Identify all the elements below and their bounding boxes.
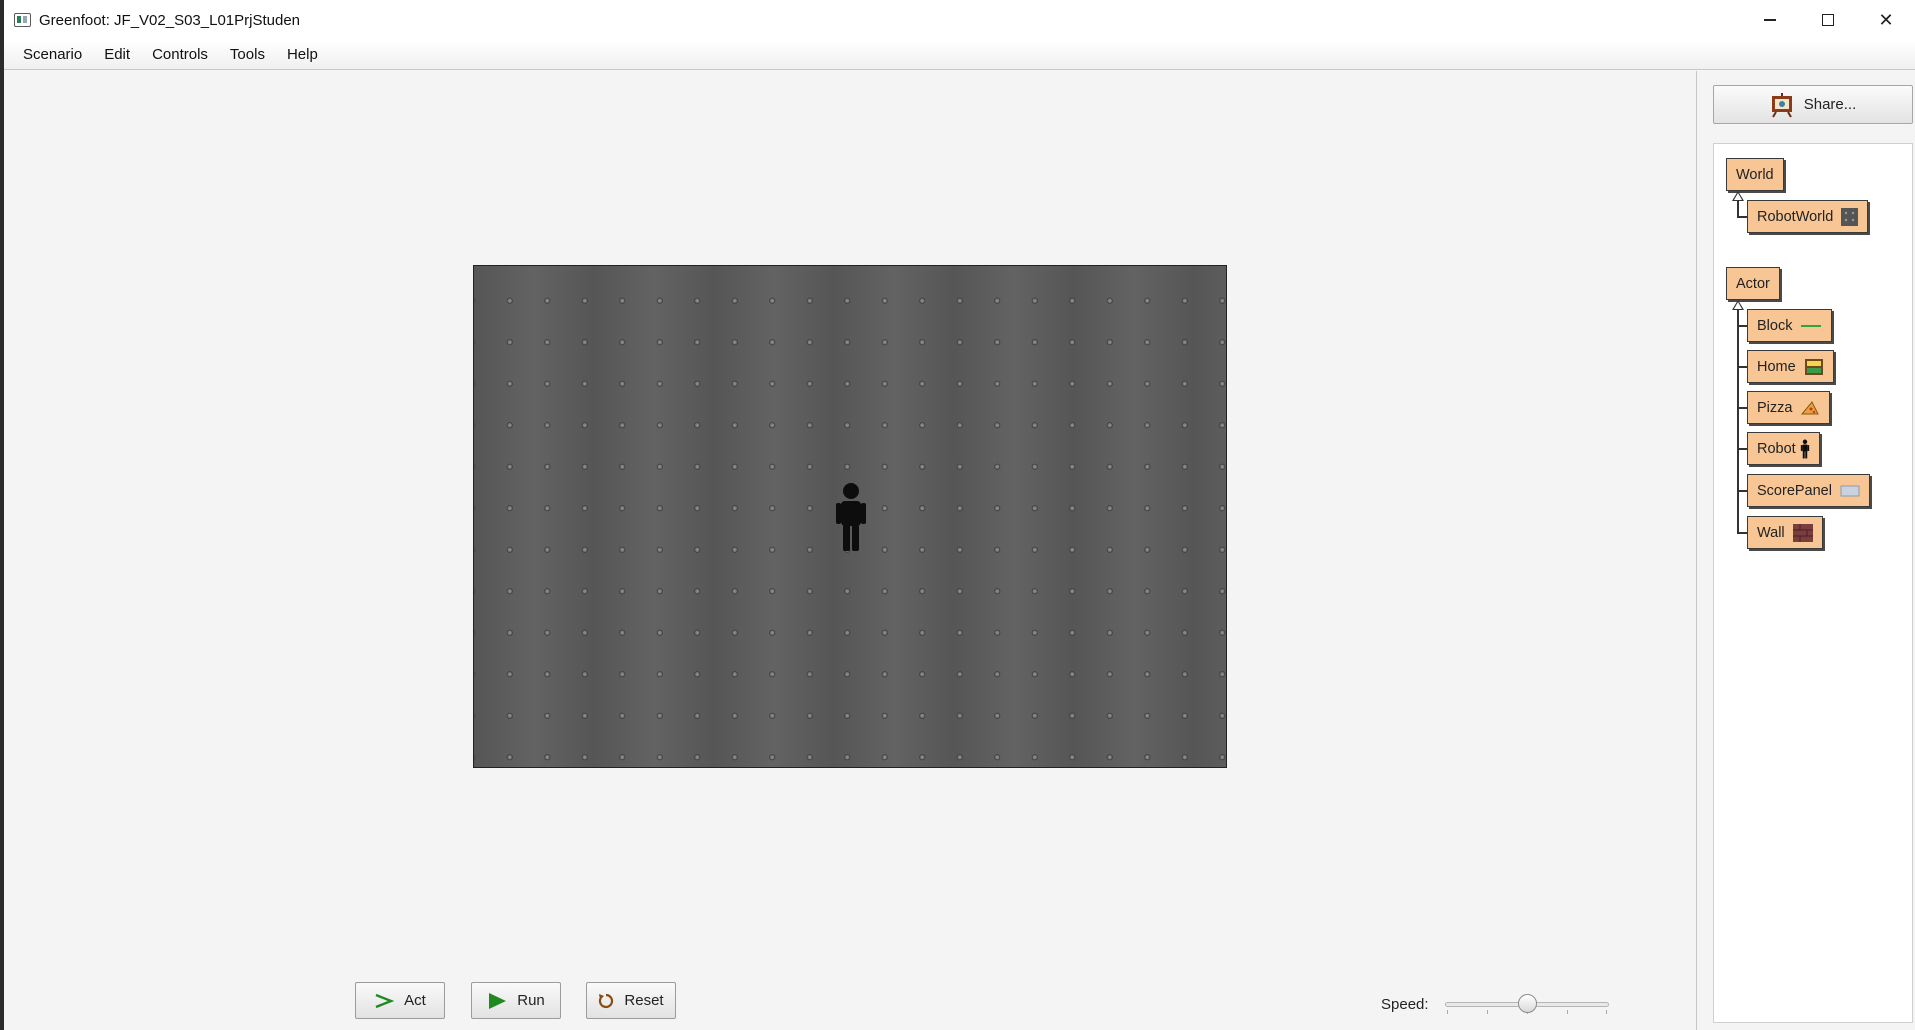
speed-slider-thumb[interactable] bbox=[1518, 994, 1537, 1013]
class-diagram: World RobotWorld Actor Block Home Pizza … bbox=[1713, 143, 1913, 1023]
menu-tools[interactable]: Tools bbox=[221, 42, 274, 67]
title-bar: Greenfoot: JF_V02_S03_L01PrjStuden ✕ bbox=[4, 0, 1915, 40]
maximize-icon bbox=[1822, 14, 1834, 26]
run-label: Run bbox=[517, 992, 545, 1009]
tree-line bbox=[1737, 201, 1739, 217]
class-world-label: World bbox=[1736, 166, 1774, 183]
class-robotworld[interactable]: RobotWorld bbox=[1747, 200, 1869, 233]
act-label: Act bbox=[404, 992, 426, 1009]
robotworld-thumbnail-icon bbox=[1841, 207, 1859, 226]
run-play-icon bbox=[487, 992, 507, 1010]
tree-line bbox=[1737, 448, 1747, 450]
class-actor-label: Actor bbox=[1736, 275, 1770, 292]
class-home[interactable]: Home bbox=[1747, 350, 1834, 383]
class-world[interactable]: World bbox=[1726, 158, 1784, 191]
speed-label: Speed: bbox=[1381, 996, 1429, 1013]
greenfoot-window: Greenfoot: JF_V02_S03_L01PrjStuden ✕ Sce… bbox=[0, 0, 1915, 1030]
class-block-label: Block bbox=[1757, 317, 1793, 334]
inheritance-arrow-actor bbox=[1732, 300, 1744, 310]
share-button[interactable]: Share... bbox=[1713, 85, 1913, 124]
reset-circular-icon bbox=[598, 993, 614, 1009]
slider-tick bbox=[1567, 1010, 1568, 1014]
class-robot[interactable]: Robot bbox=[1747, 432, 1820, 465]
pizza-thumbnail-icon bbox=[1800, 400, 1820, 416]
class-robot-label: Robot bbox=[1757, 440, 1796, 457]
tree-line bbox=[1737, 490, 1747, 492]
menu-controls[interactable]: Controls bbox=[143, 42, 217, 67]
robot-thumbnail-icon bbox=[1800, 439, 1810, 459]
slider-tick bbox=[1487, 1010, 1488, 1014]
inheritance-arrow-world bbox=[1732, 191, 1744, 201]
close-button[interactable]: ✕ bbox=[1857, 0, 1915, 40]
window-controls: ✕ bbox=[1741, 0, 1915, 40]
class-wall[interactable]: Wall bbox=[1747, 516, 1823, 549]
tree-line bbox=[1737, 310, 1739, 533]
reset-button[interactable]: Reset bbox=[586, 982, 676, 1019]
tree-line bbox=[1737, 216, 1747, 218]
minimize-button[interactable] bbox=[1741, 0, 1799, 40]
menu-bar: Scenario Edit Controls Tools Help bbox=[4, 40, 1915, 70]
block-thumbnail-icon bbox=[1800, 323, 1822, 329]
world-canvas[interactable] bbox=[473, 265, 1227, 768]
home-thumbnail-icon bbox=[1804, 358, 1824, 376]
reset-label: Reset bbox=[624, 992, 664, 1009]
class-pizza[interactable]: Pizza bbox=[1747, 391, 1831, 424]
greenfoot-app-icon bbox=[14, 13, 31, 27]
act-button[interactable]: Act bbox=[355, 982, 445, 1019]
scorepanel-thumbnail-icon bbox=[1840, 485, 1860, 497]
slider-tick bbox=[1606, 1010, 1607, 1014]
class-pizza-label: Pizza bbox=[1757, 399, 1793, 416]
tree-line bbox=[1737, 532, 1747, 534]
menu-scenario[interactable]: Scenario bbox=[14, 42, 91, 67]
act-arrow-icon bbox=[374, 993, 395, 1009]
share-easel-icon bbox=[1770, 92, 1794, 118]
speed-slider[interactable] bbox=[1445, 993, 1609, 1015]
class-panel: Share... World RobotWorld Actor Block Ho… bbox=[1696, 71, 1915, 1030]
tree-line bbox=[1737, 407, 1747, 409]
tree-line bbox=[1737, 325, 1747, 327]
class-scorepanel-label: ScorePanel bbox=[1757, 482, 1832, 499]
class-block[interactable]: Block bbox=[1747, 309, 1833, 342]
menu-help[interactable]: Help bbox=[278, 42, 327, 67]
menu-edit[interactable]: Edit bbox=[95, 42, 139, 67]
share-label: Share... bbox=[1803, 96, 1857, 113]
class-robotworld-label: RobotWorld bbox=[1757, 208, 1834, 225]
minimize-icon bbox=[1764, 19, 1776, 21]
run-button[interactable]: Run bbox=[471, 982, 561, 1019]
class-scorepanel[interactable]: ScorePanel bbox=[1747, 474, 1870, 507]
robot-actor[interactable] bbox=[833, 483, 869, 551]
wall-thumbnail-icon bbox=[1792, 523, 1813, 542]
class-wall-label: Wall bbox=[1757, 524, 1785, 541]
slider-tick bbox=[1447, 1010, 1448, 1014]
class-home-label: Home bbox=[1757, 358, 1796, 375]
window-title: Greenfoot: JF_V02_S03_L01PrjStuden bbox=[39, 11, 301, 29]
close-icon: ✕ bbox=[1878, 9, 1894, 30]
maximize-button[interactable] bbox=[1799, 0, 1857, 40]
class-actor[interactable]: Actor bbox=[1726, 267, 1780, 300]
tree-line bbox=[1737, 366, 1747, 368]
